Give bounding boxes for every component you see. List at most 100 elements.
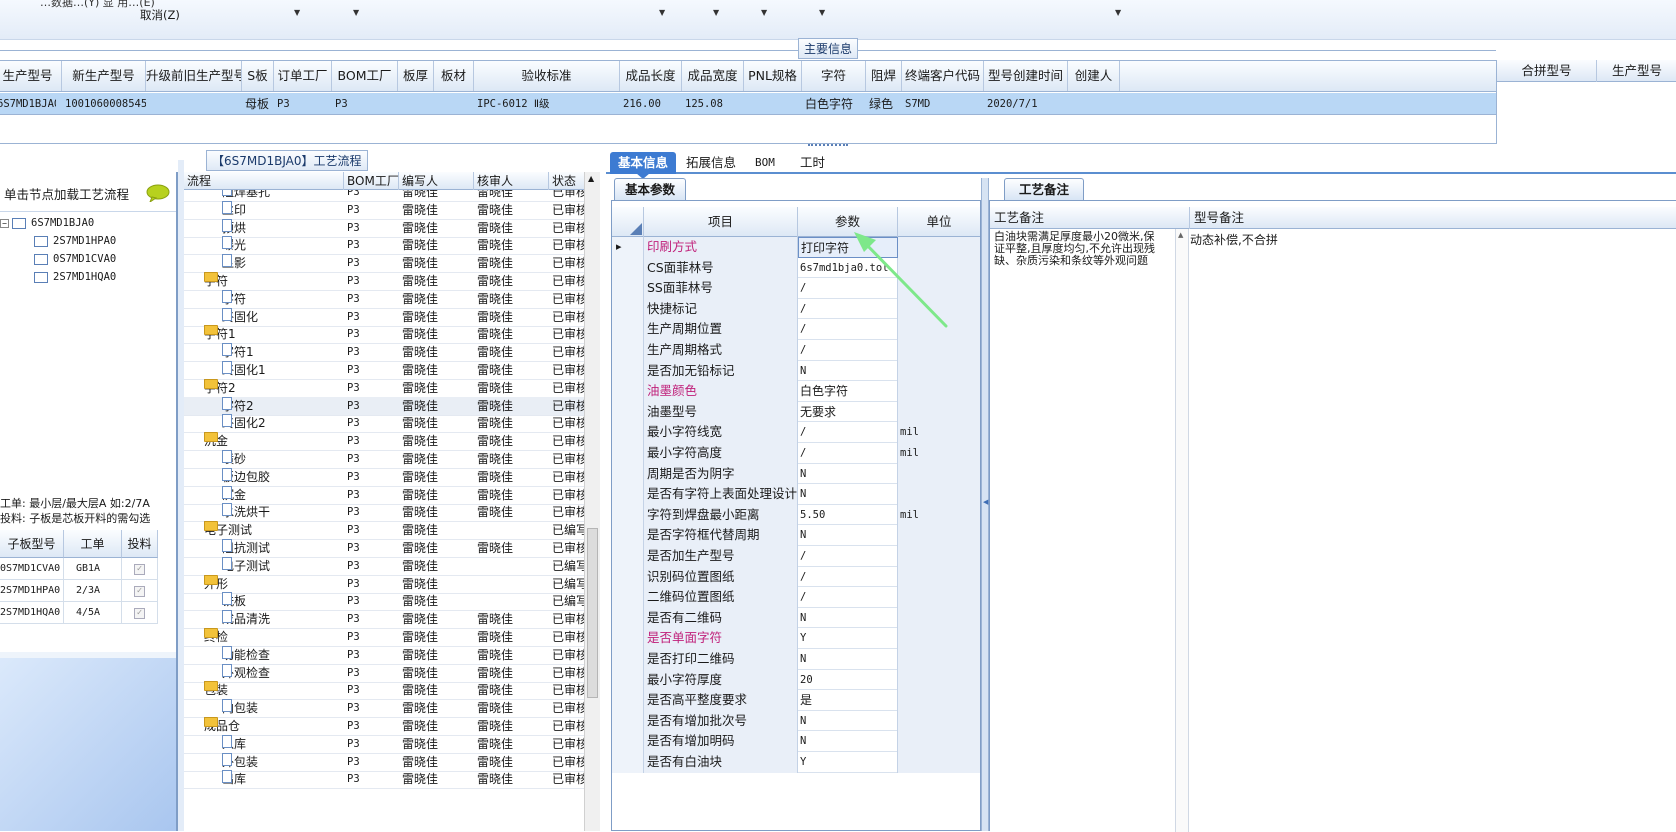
flow-row[interactable]: −字符P3 雷晓佳 雷晓佳 已审核 bbox=[184, 272, 584, 291]
feed-checkbox[interactable]: ✓ bbox=[122, 558, 158, 580]
param-row[interactable]: 生产周期格式 / bbox=[612, 340, 980, 361]
scroll-thumb[interactable] bbox=[587, 528, 598, 698]
row-header[interactable] bbox=[612, 669, 644, 691]
model-note-text[interactable]: 动态补偿,不合拼 bbox=[1190, 231, 1490, 248]
param-value[interactable]: / bbox=[798, 422, 898, 443]
row-header[interactable] bbox=[612, 607, 644, 629]
flow-row[interactable]: 水洗烘干 P3 雷晓佳 雷晓佳 已审核 bbox=[184, 503, 584, 523]
param-row[interactable]: 是否有增加明码 N bbox=[612, 731, 980, 752]
row-header[interactable] bbox=[612, 422, 644, 443]
sub-col-header[interactable]: 投料 bbox=[122, 530, 158, 558]
sub-row-cell[interactable]: 0S7MD1CVA0 bbox=[0, 558, 64, 580]
flow-row[interactable]: 功能检查 P3 雷晓佳 雷晓佳 已审核 bbox=[184, 645, 584, 665]
main-row-cell[interactable]: S7MD bbox=[905, 93, 984, 115]
row-header[interactable] bbox=[612, 463, 644, 485]
flow-scrollbar[interactable]: ▲ bbox=[584, 172, 600, 831]
dropdown-arrow-icon[interactable]: ▼ bbox=[761, 8, 767, 17]
dropdown-arrow-icon[interactable]: ▼ bbox=[659, 8, 665, 17]
param-row[interactable]: 是否加无铅标记 N bbox=[612, 360, 980, 382]
main-row-cell[interactable] bbox=[1071, 93, 1120, 115]
row-header[interactable] bbox=[612, 381, 644, 402]
flow-row[interactable]: −字符1P3 雷晓佳 雷晓佳 已审核 bbox=[184, 325, 584, 345]
main-col-header[interactable]: 阻焊 bbox=[866, 61, 902, 91]
flow-row[interactable]: 丝印 P3 雷晓佳 雷晓佳 已审核 bbox=[184, 200, 584, 220]
flow-row[interactable]: −外形P3 雷晓佳 已编写 bbox=[184, 574, 584, 594]
flow-row[interactable]: 终固化1 P3 雷晓佳 雷晓佳 已审核 bbox=[184, 361, 584, 380]
main-row-cell[interactable] bbox=[401, 93, 434, 115]
flow-row[interactable]: 喷砂 P3 雷晓佳 雷晓佳 已审核 bbox=[184, 450, 584, 469]
main-col-header[interactable]: 型号创建时间 bbox=[984, 61, 1068, 91]
param-value[interactable]: N bbox=[798, 463, 898, 485]
flow-col-writer[interactable]: 编写人 bbox=[399, 172, 474, 190]
scroll-up-icon[interactable]: ▲ bbox=[1178, 231, 1183, 239]
param-value[interactable]: N bbox=[798, 525, 898, 546]
flow-row[interactable]: 成品清洗 P3 雷晓佳 雷晓佳 已审核 bbox=[184, 610, 584, 630]
main-col-header[interactable]: PNL规格 bbox=[744, 61, 802, 91]
params-remarks-splitter[interactable]: ◀ bbox=[981, 178, 989, 831]
param-value[interactable]: N bbox=[798, 484, 898, 505]
row-header[interactable] bbox=[612, 752, 644, 773]
row-header[interactable] bbox=[612, 443, 644, 464]
row-header[interactable] bbox=[612, 340, 644, 361]
param-value[interactable]: Y bbox=[798, 628, 898, 649]
main-row-cell[interactable]: 125.08 bbox=[685, 93, 744, 115]
param-row[interactable]: 油墨型号 无要求 bbox=[612, 401, 980, 423]
flow-row[interactable]: −包装P3 雷晓佳 雷晓佳 已审核 bbox=[184, 681, 584, 701]
param-row[interactable]: 是否有增加批次号 N bbox=[612, 710, 980, 732]
param-value[interactable]: Y bbox=[798, 752, 898, 773]
dropdown-arrow-icon[interactable]: ▼ bbox=[713, 8, 719, 17]
main-col-header[interactable]: 生产型号 bbox=[0, 61, 62, 91]
middle-splitter[interactable] bbox=[600, 147, 606, 831]
dropdown-arrow-icon[interactable]: ▼ bbox=[1115, 8, 1121, 17]
row-header[interactable] bbox=[612, 319, 644, 340]
main-row-cell[interactable]: P3 bbox=[335, 93, 398, 115]
row-header[interactable] bbox=[612, 710, 644, 732]
param-row[interactable]: 是否有字符上表面处理设计 N bbox=[612, 484, 980, 505]
param-value[interactable]: N bbox=[798, 710, 898, 732]
checkbox-icon[interactable]: ✓ bbox=[134, 608, 145, 619]
param-row[interactable]: 是否字符框代替周期 N bbox=[612, 525, 980, 546]
basic-params-tab[interactable]: 基本参数 bbox=[614, 178, 687, 200]
scroll-up-icon[interactable]: ▲ bbox=[588, 174, 594, 183]
main-col-header[interactable]: 板材 bbox=[434, 61, 474, 91]
row-header[interactable] bbox=[612, 401, 644, 423]
param-value[interactable]: / bbox=[798, 546, 898, 567]
sub-col-header[interactable]: 工单 bbox=[64, 530, 122, 558]
tab-extended-info[interactable]: 拓展信息 bbox=[678, 152, 744, 174]
feed-checkbox[interactable]: ✓ bbox=[122, 580, 158, 602]
main-col-header[interactable]: 创建人 bbox=[1068, 61, 1120, 91]
param-value[interactable]: / bbox=[798, 566, 898, 588]
param-row[interactable]: 最小字符厚度 20 bbox=[612, 669, 980, 691]
tab-basic-info[interactable]: 基本信息 bbox=[610, 152, 677, 174]
flow-row[interactable]: 外观检查 P3 雷晓佳 雷晓佳 已审核 bbox=[184, 663, 584, 683]
param-row[interactable]: 字符到焊盘最小距离 5.50 mil bbox=[612, 504, 980, 526]
main-row-cell[interactable]: 6S7MD1BJA0 bbox=[0, 93, 56, 115]
collapse-icon[interactable]: − bbox=[0, 218, 9, 228]
flow-col-status[interactable]: 状态 bbox=[549, 172, 584, 190]
tree-node[interactable]: 0S7MD1CVA0 bbox=[34, 250, 116, 268]
flow-row[interactable]: 字符2 P3 雷晓佳 雷晓佳 已审核 bbox=[184, 396, 584, 416]
merge-col-model[interactable]: 合拼型号 bbox=[1497, 60, 1597, 82]
row-header[interactable] bbox=[612, 587, 644, 608]
flow-row[interactable]: 显影 P3 雷晓佳 雷晓佳 已审核 bbox=[184, 254, 584, 274]
dropdown-arrow-icon[interactable]: ▼ bbox=[353, 8, 359, 17]
param-value[interactable]: / bbox=[798, 587, 898, 608]
row-header[interactable] bbox=[612, 566, 644, 588]
param-row[interactable]: 二维码位置图纸 / bbox=[612, 587, 980, 608]
flow-row[interactable]: 终固化2 P3 雷晓佳 雷晓佳 已审核 bbox=[184, 414, 584, 434]
row-header[interactable] bbox=[612, 546, 644, 567]
tree-node[interactable]: 2S7MD1HPA0 bbox=[34, 232, 116, 250]
main-row-cell[interactable] bbox=[149, 93, 242, 115]
dropdown-arrow-icon[interactable]: ▼ bbox=[819, 8, 825, 17]
flow-row[interactable]: 电子测试 P3 雷晓佳 已编写 bbox=[184, 556, 584, 576]
main-col-header[interactable]: 板厚 bbox=[398, 61, 434, 91]
process-remarks-tab[interactable]: 工艺备注 bbox=[1004, 178, 1085, 200]
main-col-header[interactable]: 字符 bbox=[802, 61, 866, 91]
main-col-header[interactable]: S板 bbox=[242, 61, 274, 91]
param-row[interactable]: 是否单面字符 Y bbox=[612, 628, 980, 649]
params-col-item[interactable]: 项目 bbox=[644, 207, 798, 237]
splitter-grip-icon[interactable] bbox=[808, 144, 848, 147]
flow-row[interactable]: 内包装 P3 雷晓佳 雷晓佳 已审核 bbox=[184, 699, 584, 719]
main-row-cell[interactable] bbox=[747, 93, 802, 115]
flow-row[interactable]: −沉金P3 雷晓佳 雷晓佳 已审核 bbox=[184, 432, 584, 452]
